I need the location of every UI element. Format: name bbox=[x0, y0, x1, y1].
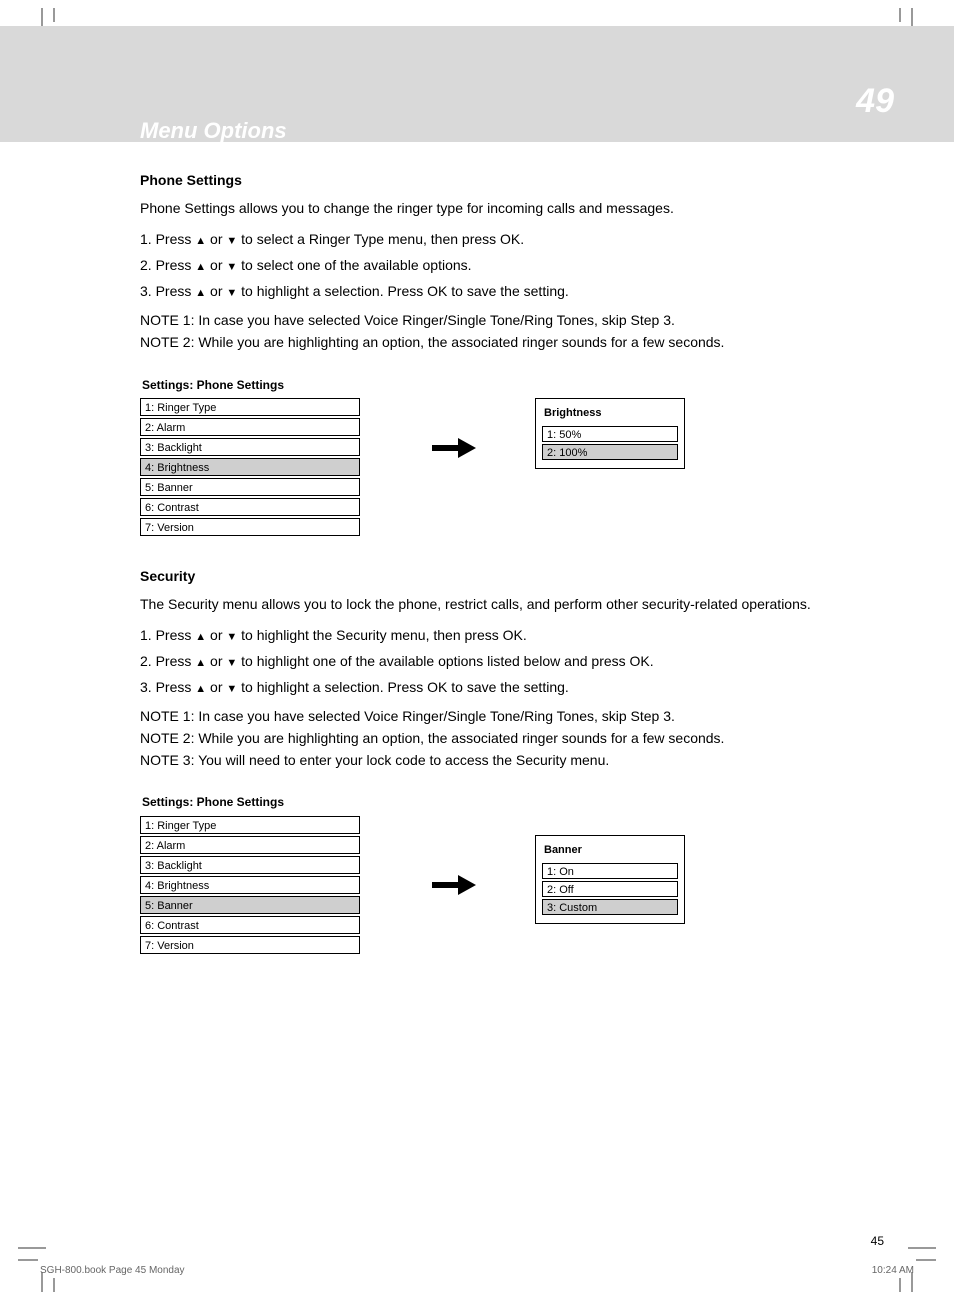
menu-left-panel: Settings: Phone Settings 1: Ringer Type 2… bbox=[140, 793, 360, 956]
step-text-mid: or bbox=[206, 231, 226, 247]
menu-left-panel: Settings: Phone Settings 1: Ringer Type 2… bbox=[140, 376, 360, 539]
header-title: Menu Options bbox=[140, 118, 287, 144]
header-band: 49 Menu Options bbox=[0, 26, 954, 142]
up-arrow-icon: ▲ bbox=[195, 287, 206, 299]
down-arrow-icon: ▼ bbox=[226, 287, 237, 299]
step-3: 3. Press ▲ or ▼ to highlight a selection… bbox=[140, 677, 880, 699]
menu-left-title: Settings: Phone Settings bbox=[140, 793, 360, 812]
menu-row: 6: Contrast bbox=[140, 498, 360, 516]
step-text-mid: or bbox=[206, 653, 226, 669]
footer-right: 10:24 AM bbox=[872, 1265, 914, 1276]
step-text-pre: 3. Press bbox=[140, 679, 195, 695]
up-arrow-icon: ▲ bbox=[195, 261, 206, 273]
menu-left-title: Settings: Phone Settings bbox=[140, 376, 360, 395]
page-number-bottom: 45 bbox=[871, 1234, 884, 1248]
down-arrow-icon: ▼ bbox=[226, 683, 237, 695]
menu-row: 2: Alarm bbox=[140, 418, 360, 436]
step-text-pre: 2. Press bbox=[140, 257, 195, 273]
step-1: 1. Press ▲ or ▼ to select a Ringer Type … bbox=[140, 229, 880, 251]
note-2: NOTE 2: While you are highlighting an op… bbox=[140, 728, 880, 750]
step-text-post: to highlight a selection. Press OK to sa… bbox=[237, 679, 569, 695]
header-page-number: 49 bbox=[856, 82, 894, 121]
menu-row: 3: Custom bbox=[542, 899, 678, 915]
menu-right-panel: Brightness 1: 50% 2: 100% bbox=[535, 398, 685, 469]
up-arrow-icon: ▲ bbox=[195, 683, 206, 695]
step-text-post: to select a Ringer Type menu, then press… bbox=[237, 231, 524, 247]
menu-row: 1: On bbox=[542, 863, 678, 879]
step-1: 1. Press ▲ or ▼ to highlight the Securit… bbox=[140, 625, 880, 647]
step-text-pre: 3. Press bbox=[140, 283, 195, 299]
step-3: 3. Press ▲ or ▼ to highlight a selection… bbox=[140, 281, 880, 303]
section-heading: Security bbox=[140, 566, 880, 588]
arrow-right-icon bbox=[430, 434, 476, 469]
note-1: NOTE 1: In case you have selected Voice … bbox=[140, 706, 880, 728]
menu-row: 2: Off bbox=[542, 881, 678, 897]
step-text-post: to select one of the available options. bbox=[237, 257, 471, 273]
menu-row: 1: 50% bbox=[542, 426, 678, 442]
menu-right-panel: Banner 1: On 2: Off 3: Custom bbox=[535, 835, 685, 924]
menu-diagram-2: Settings: Phone Settings 1: Ringer Type 2… bbox=[140, 793, 880, 973]
menu-row: 6: Contrast bbox=[140, 916, 360, 934]
step-text-pre: 1. Press bbox=[140, 627, 195, 643]
section-heading: Phone Settings bbox=[140, 170, 880, 192]
note-3: NOTE 3: You will need to enter your lock… bbox=[140, 750, 880, 772]
section-phone-settings: Phone Settings Phone Settings allows you… bbox=[140, 170, 880, 354]
arrow-right-icon bbox=[430, 871, 476, 906]
step-text-post: to highlight one of the available option… bbox=[237, 653, 653, 669]
step-text-mid: or bbox=[206, 679, 226, 695]
step-text-post: to highlight a selection. Press OK to sa… bbox=[237, 283, 569, 299]
section-intro: The Security menu allows you to lock the… bbox=[140, 594, 880, 616]
note-1: NOTE 1: In case you have selected Voice … bbox=[140, 310, 880, 332]
menu-row: 2: 100% bbox=[542, 444, 678, 460]
up-arrow-icon: ▲ bbox=[195, 235, 206, 247]
menu-diagram-1: Settings: Phone Settings 1: Ringer Type 2… bbox=[140, 376, 880, 556]
step-text-post: to highlight the Security menu, then pre… bbox=[237, 627, 527, 643]
menu-row: 4: Brightness bbox=[140, 876, 360, 894]
menu-row: 5: Banner bbox=[140, 478, 360, 496]
down-arrow-icon: ▼ bbox=[226, 657, 237, 669]
up-arrow-icon: ▲ bbox=[195, 631, 206, 643]
step-text-mid: or bbox=[206, 283, 226, 299]
down-arrow-icon: ▼ bbox=[226, 631, 237, 643]
menu-row: 4: Brightness bbox=[140, 458, 360, 476]
step-2: 2. Press ▲ or ▼ to highlight one of the … bbox=[140, 651, 880, 673]
step-text-mid: or bbox=[206, 627, 226, 643]
down-arrow-icon: ▼ bbox=[226, 261, 237, 273]
menu-row: 5: Banner bbox=[140, 896, 360, 914]
menu-row: 2: Alarm bbox=[140, 836, 360, 854]
footer-left: SGH-800.book Page 45 Monday bbox=[40, 1265, 185, 1276]
menu-row: 3: Backlight bbox=[140, 856, 360, 874]
step-text-pre: 2. Press bbox=[140, 653, 195, 669]
section-security: Security The Security menu allows you to… bbox=[140, 566, 880, 772]
menu-right-title: Banner bbox=[542, 842, 678, 859]
up-arrow-icon: ▲ bbox=[195, 657, 206, 669]
step-text-pre: 1. Press bbox=[140, 231, 195, 247]
menu-row: 1: Ringer Type bbox=[140, 816, 360, 834]
down-arrow-icon: ▼ bbox=[226, 235, 237, 247]
note-2: NOTE 2: While you are highlighting an op… bbox=[140, 332, 880, 354]
menu-row: 3: Backlight bbox=[140, 438, 360, 456]
menu-row: 7: Version bbox=[140, 518, 360, 536]
section-intro: Phone Settings allows you to change the … bbox=[140, 198, 880, 220]
page: 49 Menu Options Phone Settings Phone Set… bbox=[0, 0, 954, 1300]
content: Phone Settings Phone Settings allows you… bbox=[140, 170, 880, 973]
step-2: 2. Press ▲ or ▼ to select one of the ava… bbox=[140, 255, 880, 277]
menu-row: 7: Version bbox=[140, 936, 360, 954]
menu-row: 1: Ringer Type bbox=[140, 398, 360, 416]
step-text-mid: or bbox=[206, 257, 226, 273]
menu-right-title: Brightness bbox=[542, 405, 678, 422]
